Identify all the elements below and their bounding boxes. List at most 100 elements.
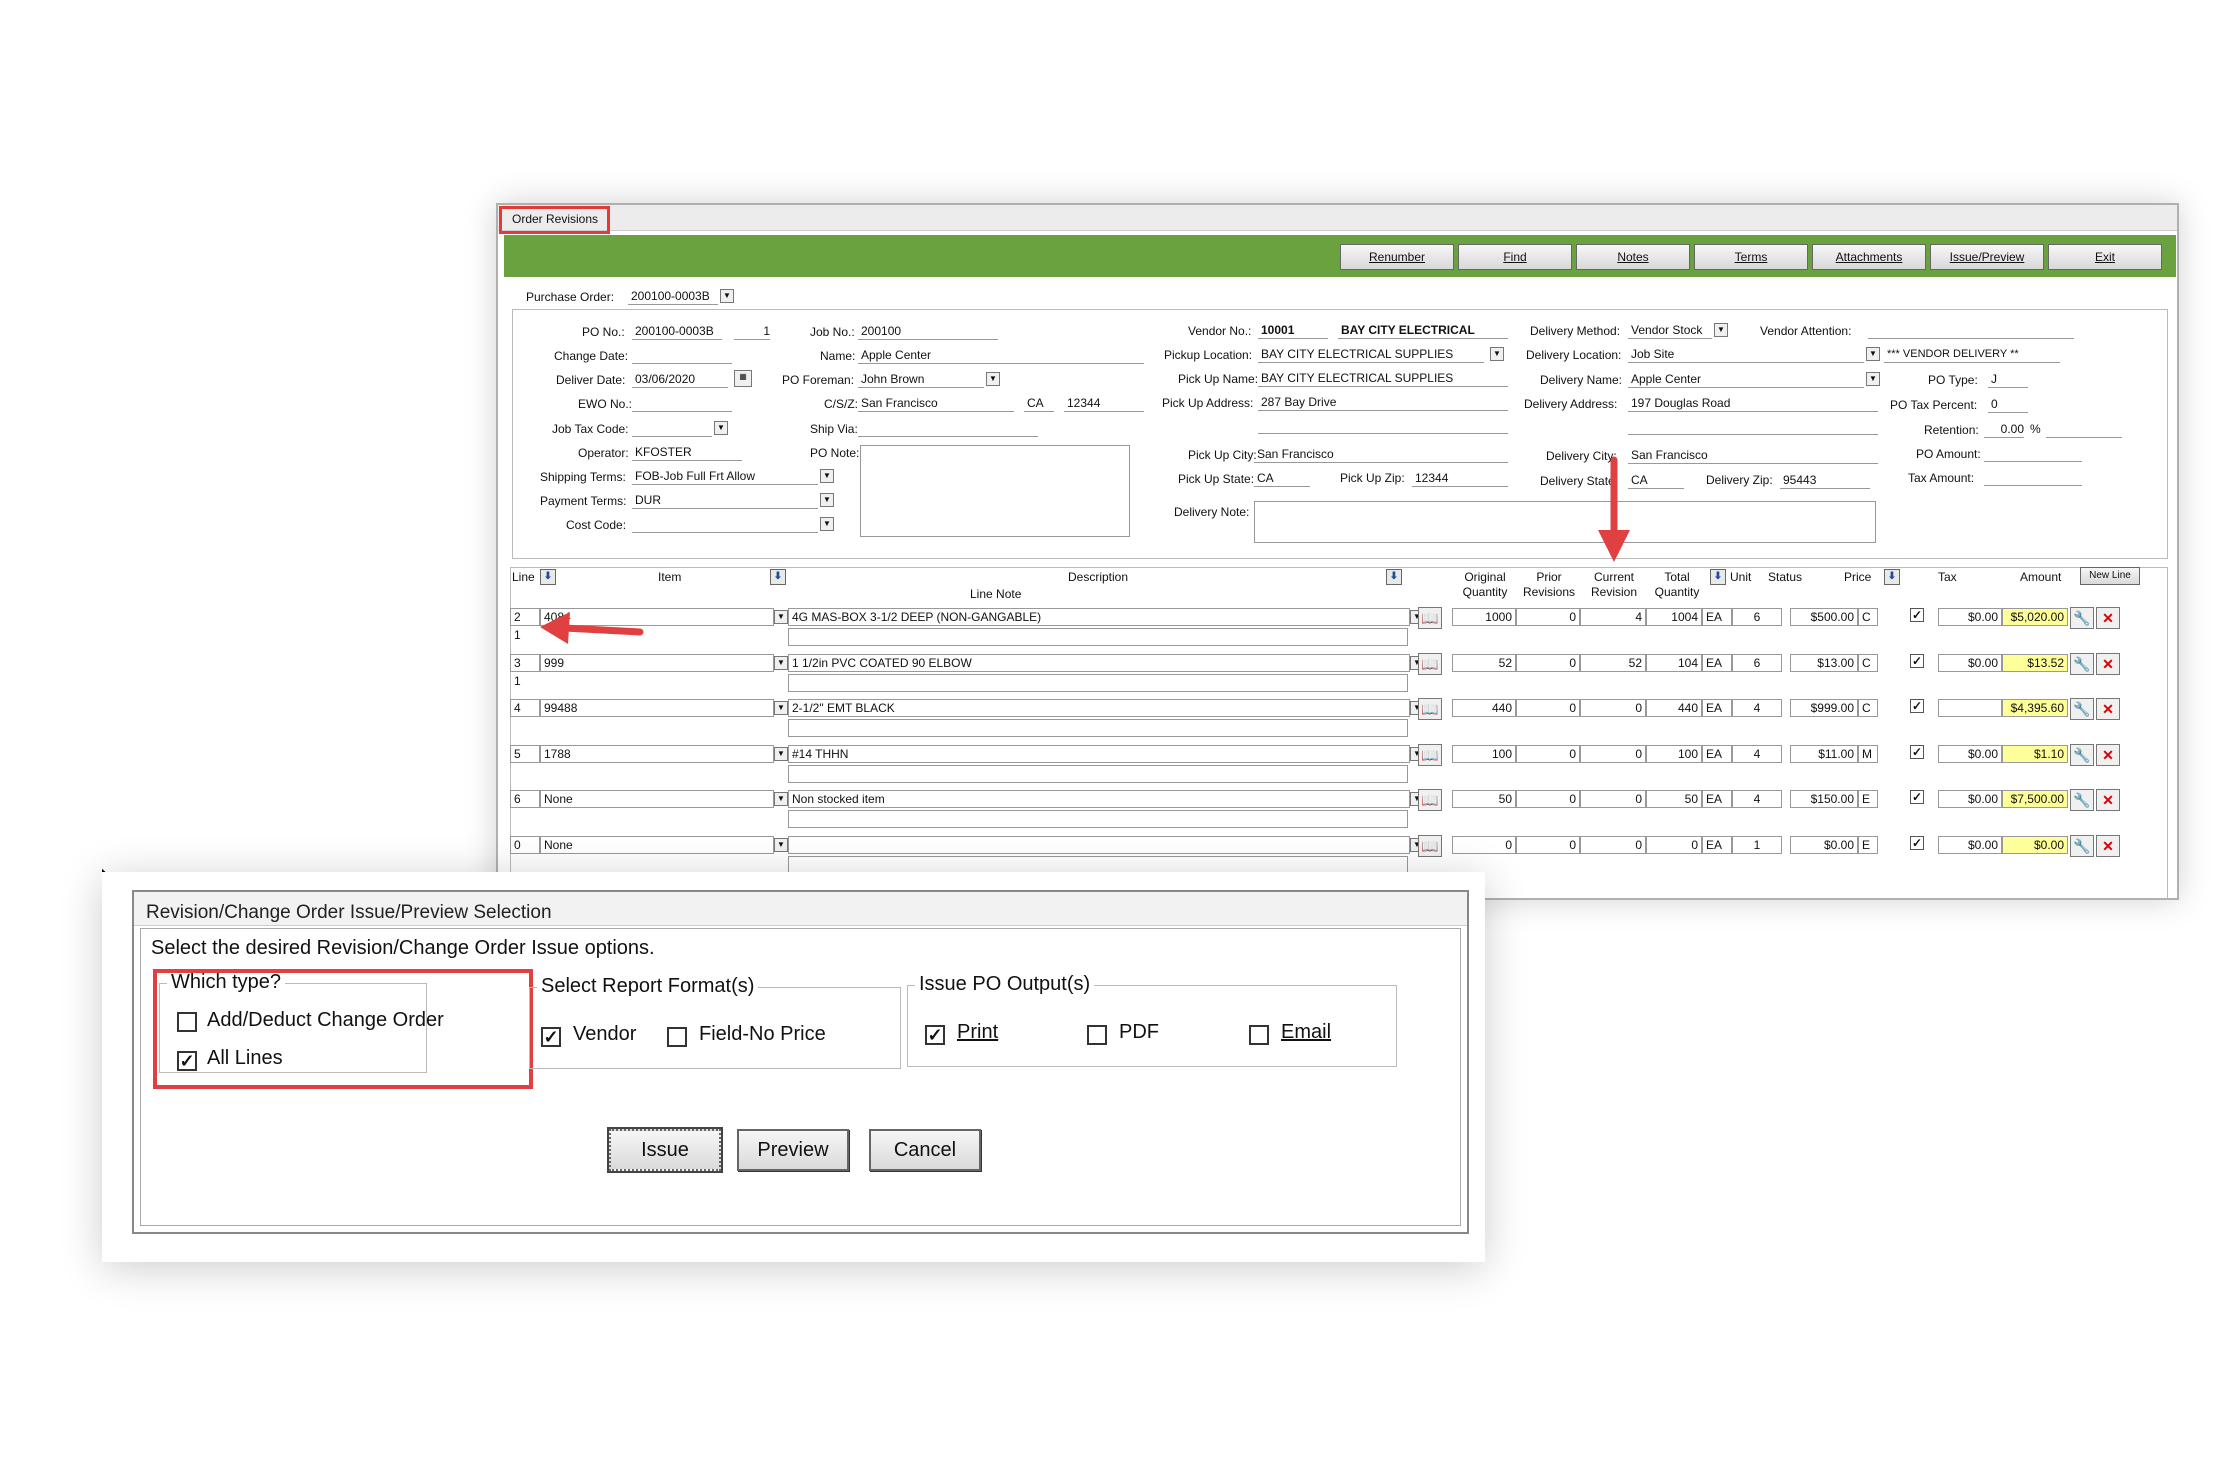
line-note-cell[interactable] <box>788 674 1408 692</box>
price-code-cell[interactable]: M <box>1858 745 1878 763</box>
pdf-checkbox[interactable] <box>1087 1025 1107 1045</box>
book-icon[interactable]: 📖 <box>1418 835 1442 857</box>
description-cell[interactable]: 2-1/2" EMT BLACK <box>788 699 1410 717</box>
delete-line-icon[interactable]: ✕ <box>2096 744 2120 766</box>
chevron-down-icon[interactable]: ▼ <box>986 372 1000 386</box>
sort-down-icon[interactable]: ⬇ <box>1386 569 1402 585</box>
chevron-down-icon[interactable]: ▼ <box>714 421 728 435</box>
line-number-cell[interactable]: 5 <box>510 745 540 763</box>
line-number-cell[interactable]: 0 <box>510 836 540 854</box>
amount-cell[interactable]: $1.10 <box>2002 745 2068 763</box>
chevron-down-icon[interactable]: ▼ <box>720 289 734 303</box>
status-cell[interactable]: 4 <box>1732 699 1782 717</box>
tax-cell[interactable]: $0.00 <box>1938 654 2002 672</box>
job-no-field[interactable]: 200100 <box>858 323 998 340</box>
edit-line-icon[interactable]: 🔧 <box>2070 835 2094 857</box>
job-tax-code-field[interactable] <box>632 420 712 437</box>
delete-line-icon[interactable]: ✕ <box>2096 653 2120 675</box>
delivery-address-field[interactable]: 197 Douglas Road <box>1628 395 1878 412</box>
edit-line-icon[interactable]: 🔧 <box>2070 607 2094 629</box>
item-cell[interactable]: 1788 <box>540 745 774 763</box>
line-note-cell[interactable] <box>788 765 1408 783</box>
new-line-button[interactable]: New Line <box>2080 567 2140 585</box>
tax-cell[interactable]: $0.00 <box>1938 790 2002 808</box>
price-code-cell[interactable]: E <box>1858 790 1878 808</box>
description-cell[interactable]: Non stocked item <box>788 790 1410 808</box>
amount-cell[interactable]: $4,395.60 <box>2002 699 2068 717</box>
purchase-order-select[interactable]: 200100-0003B <box>628 288 718 305</box>
attachments-button[interactable]: Attachments <box>1812 244 1926 270</box>
amount-cell[interactable]: $13.52 <box>2002 654 2068 672</box>
shipping-terms-field[interactable]: FOB-Job Full Frt Allow <box>632 468 818 485</box>
retention-field[interactable]: 0.00 <box>1984 421 2024 438</box>
book-icon[interactable]: 📖 <box>1418 653 1442 675</box>
unit-cell[interactable]: EA <box>1702 699 1732 717</box>
vendor-checkbox[interactable]: ✓ <box>541 1027 561 1047</box>
status-cell[interactable]: 6 <box>1732 608 1782 626</box>
book-icon[interactable]: 📖 <box>1418 744 1442 766</box>
tax-checkbox[interactable]: ✓ <box>1910 836 1924 850</box>
pickup-address-line2[interactable] <box>1258 417 1508 434</box>
edit-line-icon[interactable]: 🔧 <box>2070 789 2094 811</box>
chevron-down-icon[interactable]: ▼ <box>820 517 834 531</box>
price-cell[interactable]: $500.00 <box>1790 608 1858 626</box>
operator-field[interactable]: KFOSTER <box>632 444 742 461</box>
status-cell[interactable]: 6 <box>1732 654 1782 672</box>
chevron-down-icon[interactable]: ▼ <box>774 747 788 761</box>
original-qty-cell[interactable]: 100 <box>1452 745 1516 763</box>
exit-button[interactable]: Exit <box>2048 244 2162 270</box>
book-icon[interactable]: 📖 <box>1418 607 1442 629</box>
pickup-city-field[interactable]: San Francisco <box>1254 446 1508 463</box>
field-no-price-checkbox[interactable] <box>667 1027 687 1047</box>
po-note-field[interactable] <box>860 445 1130 537</box>
delivery-address-line2[interactable] <box>1628 418 1878 435</box>
prior-revisions-cell[interactable]: 0 <box>1516 654 1580 672</box>
unit-cell[interactable]: EA <box>1702 790 1732 808</box>
chevron-down-icon[interactable]: ▼ <box>774 701 788 715</box>
preview-button[interactable]: Preview <box>737 1129 849 1171</box>
chevron-down-icon[interactable]: ▼ <box>774 656 788 670</box>
unit-cell[interactable]: EA <box>1702 608 1732 626</box>
tax-cell[interactable]: $0.00 <box>1938 836 2002 854</box>
edit-line-icon[interactable]: 🔧 <box>2070 653 2094 675</box>
print-checkbox[interactable]: ✓ <box>925 1025 945 1045</box>
po-foreman-field[interactable]: John Brown <box>858 371 984 388</box>
tax-cell[interactable]: $0.00 <box>1938 745 2002 763</box>
tax-checkbox[interactable]: ✓ <box>1910 745 1924 759</box>
total-qty-cell[interactable]: 100 <box>1646 745 1702 763</box>
vendor-no-field[interactable]: 10001 <box>1258 322 1328 339</box>
amount-cell[interactable]: $5,020.00 <box>2002 608 2068 626</box>
price-code-cell[interactable]: C <box>1858 699 1878 717</box>
delivery-zip-field[interactable]: 95443 <box>1780 472 1870 489</box>
delivery-method-field[interactable]: Vendor Stock <box>1628 322 1712 339</box>
pickup-state-field[interactable]: CA <box>1254 470 1310 487</box>
prior-revisions-cell[interactable]: 0 <box>1516 745 1580 763</box>
chevron-down-icon[interactable]: ▼ <box>1490 347 1504 361</box>
edit-line-icon[interactable]: 🔧 <box>2070 698 2094 720</box>
deliver-date-field[interactable]: 03/06/2020 <box>632 371 728 388</box>
retention-amount-field[interactable] <box>2046 421 2122 438</box>
price-code-cell[interactable]: E <box>1858 836 1878 854</box>
tax-checkbox[interactable]: ✓ <box>1910 699 1924 713</box>
delete-line-icon[interactable]: ✕ <box>2096 835 2120 857</box>
chevron-down-icon[interactable]: ▼ <box>774 838 788 852</box>
original-qty-cell[interactable]: 1000 <box>1452 608 1516 626</box>
city-field[interactable]: San Francisco <box>858 395 1014 412</box>
status-cell[interactable]: 1 <box>1732 836 1782 854</box>
calendar-icon[interactable]: ▦ <box>734 370 752 387</box>
ewo-no-field[interactable] <box>632 395 732 412</box>
price-code-cell[interactable]: C <box>1858 654 1878 672</box>
delivery-state-field[interactable]: CA <box>1628 472 1684 489</box>
unit-cell[interactable]: EA <box>1702 836 1732 854</box>
total-qty-cell[interactable]: 50 <box>1646 790 1702 808</box>
notes-button[interactable]: Notes <box>1576 244 1690 270</box>
pickup-zip-field[interactable]: 12344 <box>1412 470 1508 487</box>
change-date-field[interactable] <box>632 347 732 364</box>
amount-cell[interactable]: $0.00 <box>2002 836 2068 854</box>
find-button[interactable]: Find <box>1458 244 1572 270</box>
original-qty-cell[interactable]: 52 <box>1452 654 1516 672</box>
total-qty-cell[interactable]: 440 <box>1646 699 1702 717</box>
item-cell[interactable]: None <box>540 836 774 854</box>
po-type-field[interactable]: J <box>1988 371 2028 388</box>
prior-revisions-cell[interactable]: 0 <box>1516 608 1580 626</box>
